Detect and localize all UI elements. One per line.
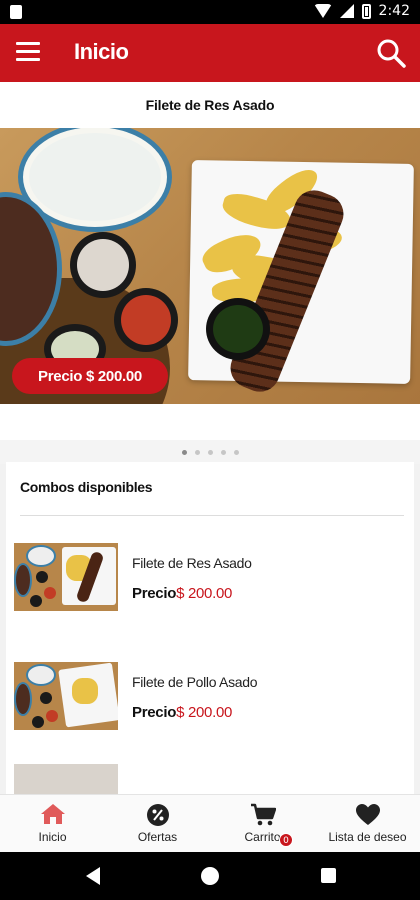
notification-icon [10,5,22,19]
home-icon [40,804,65,824]
search-icon[interactable] [376,38,406,68]
nav-item-carrito[interactable]: Carrito [210,795,315,852]
nav-item-ofertas[interactable]: Ofertas [105,795,210,852]
divider [20,515,404,516]
cart-count-badge: 0 [279,833,293,847]
app-bar: Inicio [0,24,420,82]
combo-item[interactable]: Filete de Pollo Asado Precio$ 200.00 [14,662,394,742]
percent-badge-icon [146,804,169,826]
banner-price-button[interactable]: Precio $ 200.00 [12,358,168,394]
hamburger-menu-icon[interactable] [16,42,40,62]
bottom-navigation: Inicio Ofertas Carrito Lista de deseo [0,794,420,852]
banner-title: Filete de Res Asado [145,97,275,113]
combo-item[interactable]: Filete de Res Asado Precio$ 200.00 [14,543,394,623]
combo-price: Precio$ 200.00 [132,704,232,721]
combo-name: Filete de Res Asado [132,555,252,571]
nav-item-lista-de-deseo[interactable]: Lista de deseo [315,795,420,852]
nav-item-inicio[interactable]: Inicio [0,795,105,852]
signal-icon [339,4,354,18]
carousel-indicator [0,440,420,464]
banner-spacer [0,404,420,440]
banner-header: Filete de Res Asado [0,82,420,128]
combos-card: Combos disponibles Filete de Res Asado P… [6,462,414,800]
salsa-cup [114,288,178,352]
battery-icon [361,3,371,19]
combo-thumbnail [14,543,118,611]
nav-label: Ofertas [137,830,178,844]
price-label: Precio [132,704,177,721]
combos-title: Combos disponibles [20,479,153,495]
wifi-icon [313,4,332,18]
system-navigation-bar [0,852,420,900]
nav-label: Lista de deseo [328,830,407,844]
carousel-dot[interactable] [207,449,213,455]
status-time: 2:42 [378,3,410,19]
nav-label: Carrito [244,830,281,844]
carousel-dot[interactable] [233,449,239,455]
carousel-dot-active[interactable] [181,449,187,455]
heart-icon [355,804,380,825]
price-label: Precio [132,585,177,602]
chimichurri-cup [206,298,270,360]
back-icon[interactable] [86,867,100,885]
combo-thumbnail [14,662,118,730]
combo-name: Filete de Pollo Asado [132,674,258,690]
recent-apps-icon[interactable] [321,868,336,883]
carousel-dot[interactable] [194,449,200,455]
price-value: $ 200.00 [176,704,233,721]
carousel-dot[interactable] [220,449,226,455]
cart-icon [250,803,276,826]
status-bar: 2:42 [0,0,420,24]
nav-label: Inicio [38,830,67,844]
combo-price: Precio$ 200.00 [132,585,232,602]
page-title: Inicio [74,39,129,64]
price-value: $ 200.00 [176,585,233,602]
slaw-cup [70,232,136,298]
home-circle-icon[interactable] [201,867,219,885]
